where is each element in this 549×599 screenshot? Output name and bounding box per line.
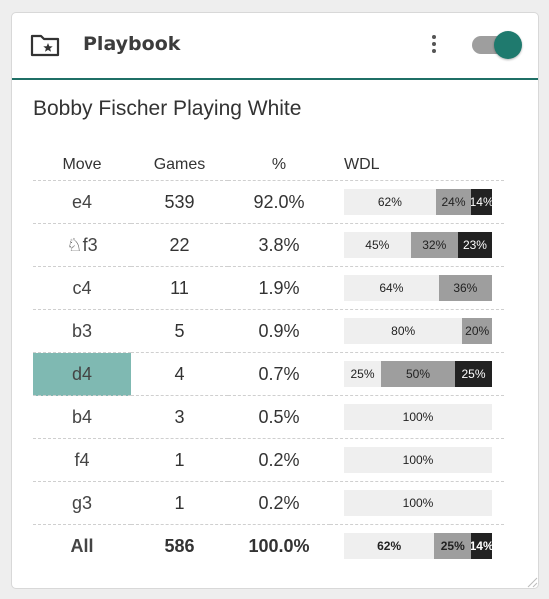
win-segment: 100% (344, 490, 492, 516)
percent-cell: 1.9% (228, 266, 330, 310)
percent-cell: 3.8% (228, 223, 330, 267)
wdl-cell: 80% 20% (330, 309, 504, 353)
wdl-bar: 100% (344, 447, 492, 473)
move-cell[interactable]: c4 (33, 266, 131, 310)
move-label: f4 (74, 449, 90, 470)
win-segment: 45% (344, 232, 411, 258)
percent-cell: 0.2% (228, 481, 330, 525)
wdl-cell: 100% (330, 395, 504, 439)
move-cell[interactable]: ♘f3 (33, 223, 131, 267)
percent-cell: 0.7% (228, 352, 330, 396)
player-subtitle: Bobby Fischer Playing White (33, 97, 302, 120)
draw-segment: 24% (435, 189, 472, 215)
loss-segment: 23% (457, 232, 492, 258)
wdl-bar: 62% 25% 14% (344, 533, 492, 559)
move-label: All (70, 535, 94, 556)
games-cell: 11 (131, 266, 228, 310)
wdl-bar: 45% 32% 23% (344, 232, 492, 258)
wdl-bar: 25% 50% 25% (344, 361, 492, 387)
table-row[interactable]: f4 1 0.2% 100% (33, 438, 504, 482)
moves-table: Move Games % WDL e4 539 92.0% 62% 24% 14% ♘f3 2… (33, 150, 504, 567)
folder-star-icon (30, 34, 60, 57)
table-row[interactable]: ♘f3 22 3.8% 45% 32% 23% (33, 223, 504, 267)
win-segment: 25% (344, 361, 381, 387)
playbook-toggle[interactable] (470, 31, 524, 59)
win-segment: 100% (344, 447, 492, 473)
win-segment: 62% (344, 189, 436, 215)
move-label: e4 (71, 191, 93, 212)
loss-segment: 14% (471, 533, 492, 559)
games-cell: 3 (131, 395, 228, 439)
knight-icon: ♘ (66, 234, 83, 256)
draw-segment: 32% (410, 232, 458, 258)
resize-handle-icon[interactable] (526, 576, 538, 588)
wdl-bar: 80% 20% (344, 318, 492, 344)
win-segment: 80% (344, 318, 463, 344)
total-row: All 586 100.0% 62% 25% 14% (33, 525, 504, 568)
move-label: b3 (71, 320, 93, 341)
wdl-cell: 100% (330, 438, 504, 482)
move-label: d4 (71, 363, 93, 384)
win-segment: 62% (344, 533, 435, 559)
draw-segment: 25% (434, 533, 472, 559)
wdl-cell: 100% (330, 481, 504, 525)
move-label: g3 (71, 492, 93, 513)
percent-cell: 0.9% (228, 309, 330, 353)
draw-segment: 20% (462, 318, 492, 344)
wdl-cell: 64% 36% (330, 266, 504, 310)
move-cell[interactable]: d4 (33, 352, 131, 396)
percent-cell: 0.2% (228, 438, 330, 482)
move-cell[interactable]: b3 (33, 309, 131, 353)
table-row[interactable]: g3 1 0.2% 100% (33, 481, 504, 525)
move-label: f3 (82, 234, 98, 255)
column-header-move: Move (33, 150, 131, 181)
wdl-bar: 64% 36% (344, 275, 492, 301)
move-cell[interactable]: b4 (33, 395, 131, 439)
column-header-wdl: WDL (330, 150, 504, 181)
wdl-cell: 62% 25% 14% (330, 525, 504, 568)
move-cell[interactable]: e4 (33, 180, 131, 224)
wdl-cell: 45% 32% 23% (330, 223, 504, 267)
win-segment: 100% (344, 404, 492, 430)
games-cell: 586 (164, 535, 195, 556)
column-header-games: Games (131, 150, 228, 181)
table-row[interactable]: e4 539 92.0% 62% 24% 14% (33, 180, 504, 224)
move-label: b4 (71, 406, 93, 427)
move-label: c4 (72, 277, 92, 298)
more-vert-icon[interactable] (424, 33, 444, 57)
percent-cell: 92.0% (228, 180, 330, 224)
table-row[interactable]: c4 11 1.9% 64% 36% (33, 266, 504, 310)
draw-segment: 36% (438, 275, 492, 301)
move-cell[interactable]: g3 (33, 481, 131, 525)
table-row[interactable]: b3 5 0.9% 80% 20% (33, 309, 504, 353)
card-header: Playbook (12, 13, 538, 80)
games-cell: 22 (131, 223, 228, 267)
games-cell: 4 (131, 352, 228, 396)
move-cell: All (33, 525, 131, 568)
wdl-cell: 62% 24% 14% (330, 180, 504, 224)
table-row[interactable]: b4 3 0.5% 100% (33, 395, 504, 439)
toggle-knob (494, 31, 522, 59)
playbook-card: Playbook Bobby Fischer Playing White Mov… (11, 12, 539, 589)
table-header-row: Move Games % WDL (33, 150, 504, 181)
percent-cell: 0.5% (228, 395, 330, 439)
loss-segment: 14% (471, 189, 492, 215)
games-cell: 5 (131, 309, 228, 353)
games-cell: 1 (131, 481, 228, 525)
table-row[interactable]: d4 4 0.7% 25% 50% 25% (33, 352, 504, 396)
games-cell: 539 (131, 180, 228, 224)
wdl-bar: 100% (344, 404, 492, 430)
win-segment: 64% (344, 275, 439, 301)
wdl-bar: 100% (344, 490, 492, 516)
games-cell: 1 (131, 438, 228, 482)
percent-cell: 100.0% (248, 535, 310, 556)
wdl-bar: 62% 24% 14% (344, 189, 492, 215)
wdl-cell: 25% 50% 25% (330, 352, 504, 396)
loss-segment: 25% (455, 361, 492, 387)
move-cell[interactable]: f4 (33, 438, 131, 482)
draw-segment: 50% (381, 361, 455, 387)
card-title: Playbook (83, 33, 181, 55)
column-header-percent: % (228, 150, 330, 181)
